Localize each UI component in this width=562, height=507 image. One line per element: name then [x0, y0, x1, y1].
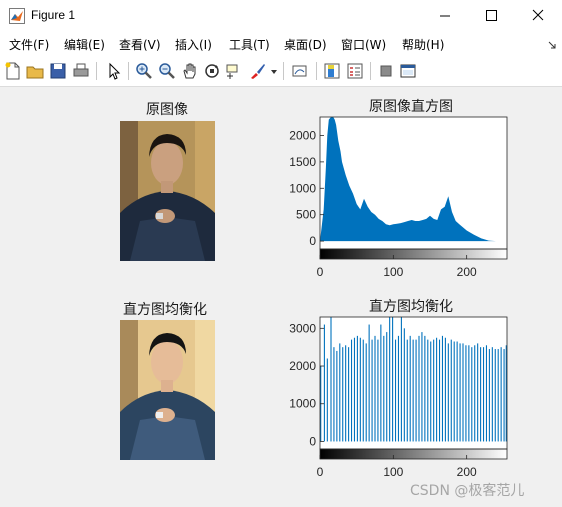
- menu-view[interactable]: 查看(V): [119, 36, 161, 53]
- y-tick-label: 2000: [289, 128, 316, 142]
- new-figure-icon[interactable]: [3, 61, 23, 81]
- brush-dropdown-icon[interactable]: [270, 68, 278, 76]
- subplot-title-equalized: 直方图均衡化: [123, 302, 207, 318]
- gray-level-colorbar: [319, 448, 508, 460]
- menu-file[interactable]: 文件(F): [9, 36, 49, 53]
- original-histogram-chart: 0 500 1000 1500 2000 0 100 200: [289, 116, 508, 279]
- menu-insert[interactable]: 插入(I): [175, 36, 212, 53]
- y-tick-label: 0: [309, 234, 316, 248]
- hide-plot-tools-icon[interactable]: [376, 61, 396, 81]
- legend-icon[interactable]: [345, 61, 365, 81]
- toolbar-separator: [128, 62, 129, 80]
- minimize-button[interactable]: [422, 0, 468, 32]
- y-tick-label: 1500: [289, 155, 316, 169]
- equalized-histogram-chart: 0 1000 2000 3000 0 100 200: [289, 316, 508, 479]
- close-button[interactable]: [514, 0, 560, 32]
- rotate-3d-icon[interactable]: [202, 61, 222, 81]
- maximize-icon: [486, 10, 497, 21]
- toolbar-separator: [316, 62, 317, 80]
- menu-desktop[interactable]: 桌面(D): [284, 36, 327, 53]
- dock-arrow-icon[interactable]: [547, 40, 557, 50]
- x-tick-label: 100: [383, 465, 403, 479]
- gray-level-colorbar: [319, 248, 508, 260]
- toolbar-separator: [370, 62, 371, 80]
- minimize-icon: [440, 15, 450, 17]
- window-title: Figure 1: [31, 8, 76, 22]
- zoom-out-icon[interactable]: [157, 61, 177, 81]
- x-tick-label: 100: [383, 265, 403, 279]
- y-tick-label: 1000: [289, 397, 316, 411]
- pan-icon[interactable]: [180, 61, 200, 81]
- zoom-in-icon[interactable]: [134, 61, 154, 81]
- open-file-icon[interactable]: [25, 61, 45, 81]
- close-icon: [532, 9, 544, 21]
- data-cursor-icon[interactable]: [224, 61, 244, 81]
- save-icon[interactable]: [48, 61, 68, 81]
- colorbar-icon[interactable]: [322, 61, 342, 81]
- menu-window[interactable]: 窗口(W): [341, 36, 386, 53]
- y-tick-label: 3000: [289, 321, 316, 335]
- y-tick-label: 0: [309, 434, 316, 448]
- equalized-photo: [120, 320, 215, 460]
- show-plot-tools-icon[interactable]: [398, 61, 418, 81]
- x-tick-label: 0: [317, 265, 324, 279]
- original-photo: [120, 121, 215, 261]
- maximize-button[interactable]: [468, 0, 514, 32]
- watermark: CSDN @极客范儿: [410, 483, 525, 499]
- print-icon[interactable]: [71, 61, 91, 81]
- brush-icon[interactable]: [248, 61, 268, 81]
- x-tick-label: 200: [457, 465, 477, 479]
- toolbar-separator: [283, 62, 284, 80]
- matlab-app-icon: [9, 8, 25, 24]
- link-plot-icon[interactable]: [290, 61, 310, 81]
- menu-tools[interactable]: 工具(T): [229, 36, 270, 53]
- menu-edit[interactable]: 编辑(E): [64, 36, 105, 53]
- pointer-icon[interactable]: [104, 61, 124, 81]
- y-tick-label: 500: [296, 208, 316, 222]
- y-tick-label: 2000: [289, 359, 316, 373]
- y-tick-label: 1000: [289, 181, 316, 195]
- x-tick-label: 0: [317, 465, 324, 479]
- subplot-title-original: 原图像: [146, 102, 188, 118]
- toolbar-separator: [96, 62, 97, 80]
- x-tick-label: 200: [457, 265, 477, 279]
- menu-help[interactable]: 帮助(H): [402, 36, 444, 53]
